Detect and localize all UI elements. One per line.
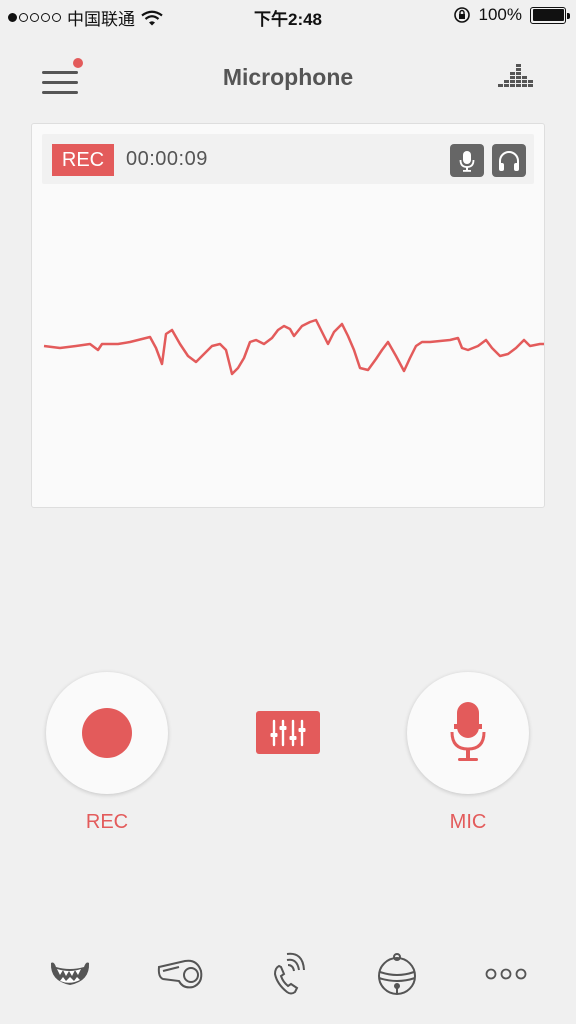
waveform-panel: REC 00:00:09 <box>31 123 545 508</box>
tab-bell[interactable] <box>367 952 427 996</box>
whistle-icon <box>157 959 203 989</box>
headphones-button[interactable] <box>492 144 526 177</box>
equalizer-button[interactable] <box>496 60 536 92</box>
headphones-icon <box>499 150 519 171</box>
bell-icon <box>378 953 416 995</box>
record-button[interactable] <box>46 672 168 794</box>
waveform-graph <box>43 318 544 376</box>
record-dot-icon <box>82 708 132 758</box>
rec-badge: REC <box>52 144 114 176</box>
tab-more[interactable] <box>476 952 536 996</box>
tab-phone[interactable] <box>258 952 318 996</box>
sliders-icon <box>270 719 306 746</box>
header: Microphone <box>0 50 576 106</box>
battery-percent: 100% <box>478 5 522 24</box>
orientation-lock-icon <box>453 7 470 23</box>
monster-mouth-icon <box>50 962 90 985</box>
mixer-button[interactable] <box>256 711 320 754</box>
mic-label: MIC <box>449 811 487 833</box>
tab-monster[interactable] <box>40 952 100 996</box>
equalizer-bars-icon <box>498 64 533 87</box>
panel-toolbar: REC 00:00:09 <box>42 134 534 184</box>
record-label: REC <box>85 811 129 833</box>
studio-microphone-icon <box>450 702 486 761</box>
phone-call-icon <box>273 952 305 995</box>
battery-icon <box>530 6 570 24</box>
tab-bar <box>0 940 576 1010</box>
recording-timer: 00:00:09 <box>126 148 208 170</box>
status-right: 100% <box>453 5 570 25</box>
microphone-icon <box>459 150 475 172</box>
mic-button[interactable] <box>407 672 529 794</box>
waveform-line <box>43 318 544 376</box>
page-title: Microphone <box>222 64 354 90</box>
hamburger-menu-icon-bar <box>42 91 78 94</box>
status-bar: 中国联通 下午2:48 100% <box>0 0 576 32</box>
tab-whistle[interactable] <box>150 952 210 996</box>
more-dots-icon <box>485 968 527 980</box>
mic-toggle-button[interactable] <box>450 144 484 177</box>
